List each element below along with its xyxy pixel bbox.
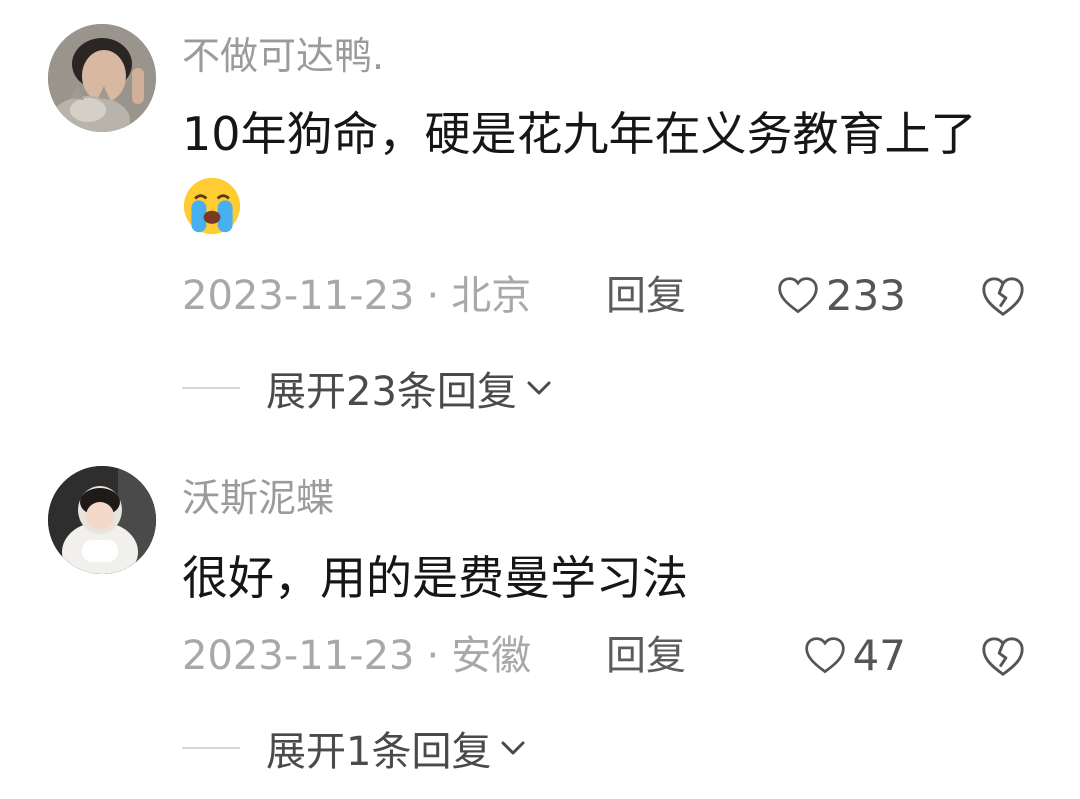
chevron-down-icon — [527, 381, 551, 395]
comment-location: 安徽 — [451, 633, 532, 679]
like-count: 233 — [825, 271, 906, 320]
comment-date: 2023-11-23 — [182, 633, 415, 679]
meta-separator: · — [426, 633, 440, 679]
comment-meta: 2023-11-23 · 北京 回复 233 — [182, 270, 1042, 322]
username[interactable]: 沃斯泥蝶 — [182, 474, 334, 522]
avatar[interactable] — [48, 466, 156, 574]
meta-separator: · — [426, 273, 440, 319]
like-button[interactable]: 47 — [803, 630, 906, 682]
comment-text: 很好，用的是费曼学习法 — [182, 540, 1022, 616]
avatar-image — [48, 24, 156, 132]
comment-list: 不做可达鸭. 10年狗命，硬是花九年在义务教育上了 2023-11-23 · 北京 … — [0, 0, 1080, 799]
comment-date: 2023-11-23 — [182, 273, 415, 319]
expand-replies-button[interactable]: 展开23条回复 — [182, 362, 553, 415]
broken-heart-icon[interactable] — [980, 274, 1026, 320]
username[interactable]: 不做可达鸭. — [182, 32, 384, 80]
expand-replies-label: 展开1条回复 — [266, 729, 492, 775]
comment-text-content: 很好，用的是费曼学习法 — [182, 551, 688, 605]
avatar-image — [48, 466, 156, 574]
reply-button[interactable]: 回复 — [606, 630, 686, 682]
avatar[interactable] — [48, 24, 156, 132]
like-button[interactable]: 233 — [776, 270, 906, 322]
chevron-down-icon — [501, 741, 525, 755]
comment-meta: 2023-11-23 · 安徽 回复 47 — [182, 630, 1042, 682]
expand-replies-label: 展开23条回复 — [266, 369, 517, 415]
expand-divider — [182, 747, 240, 749]
comment-text-content: 10年狗命，硬是花九年在义务教育上了 — [182, 107, 977, 161]
loudly-crying-face-icon — [183, 177, 241, 235]
expand-replies-button[interactable]: 展开1条回复 — [182, 722, 527, 775]
expand-divider — [182, 387, 240, 389]
like-count: 47 — [852, 631, 906, 680]
broken-heart-icon[interactable] — [980, 634, 1026, 680]
heart-icon — [804, 637, 845, 674]
comment-text: 10年狗命，硬是花九年在义务教育上了 — [182, 96, 1022, 248]
comment-location: 北京 — [451, 273, 532, 319]
reply-button[interactable]: 回复 — [606, 270, 686, 322]
heart-icon — [778, 277, 818, 314]
